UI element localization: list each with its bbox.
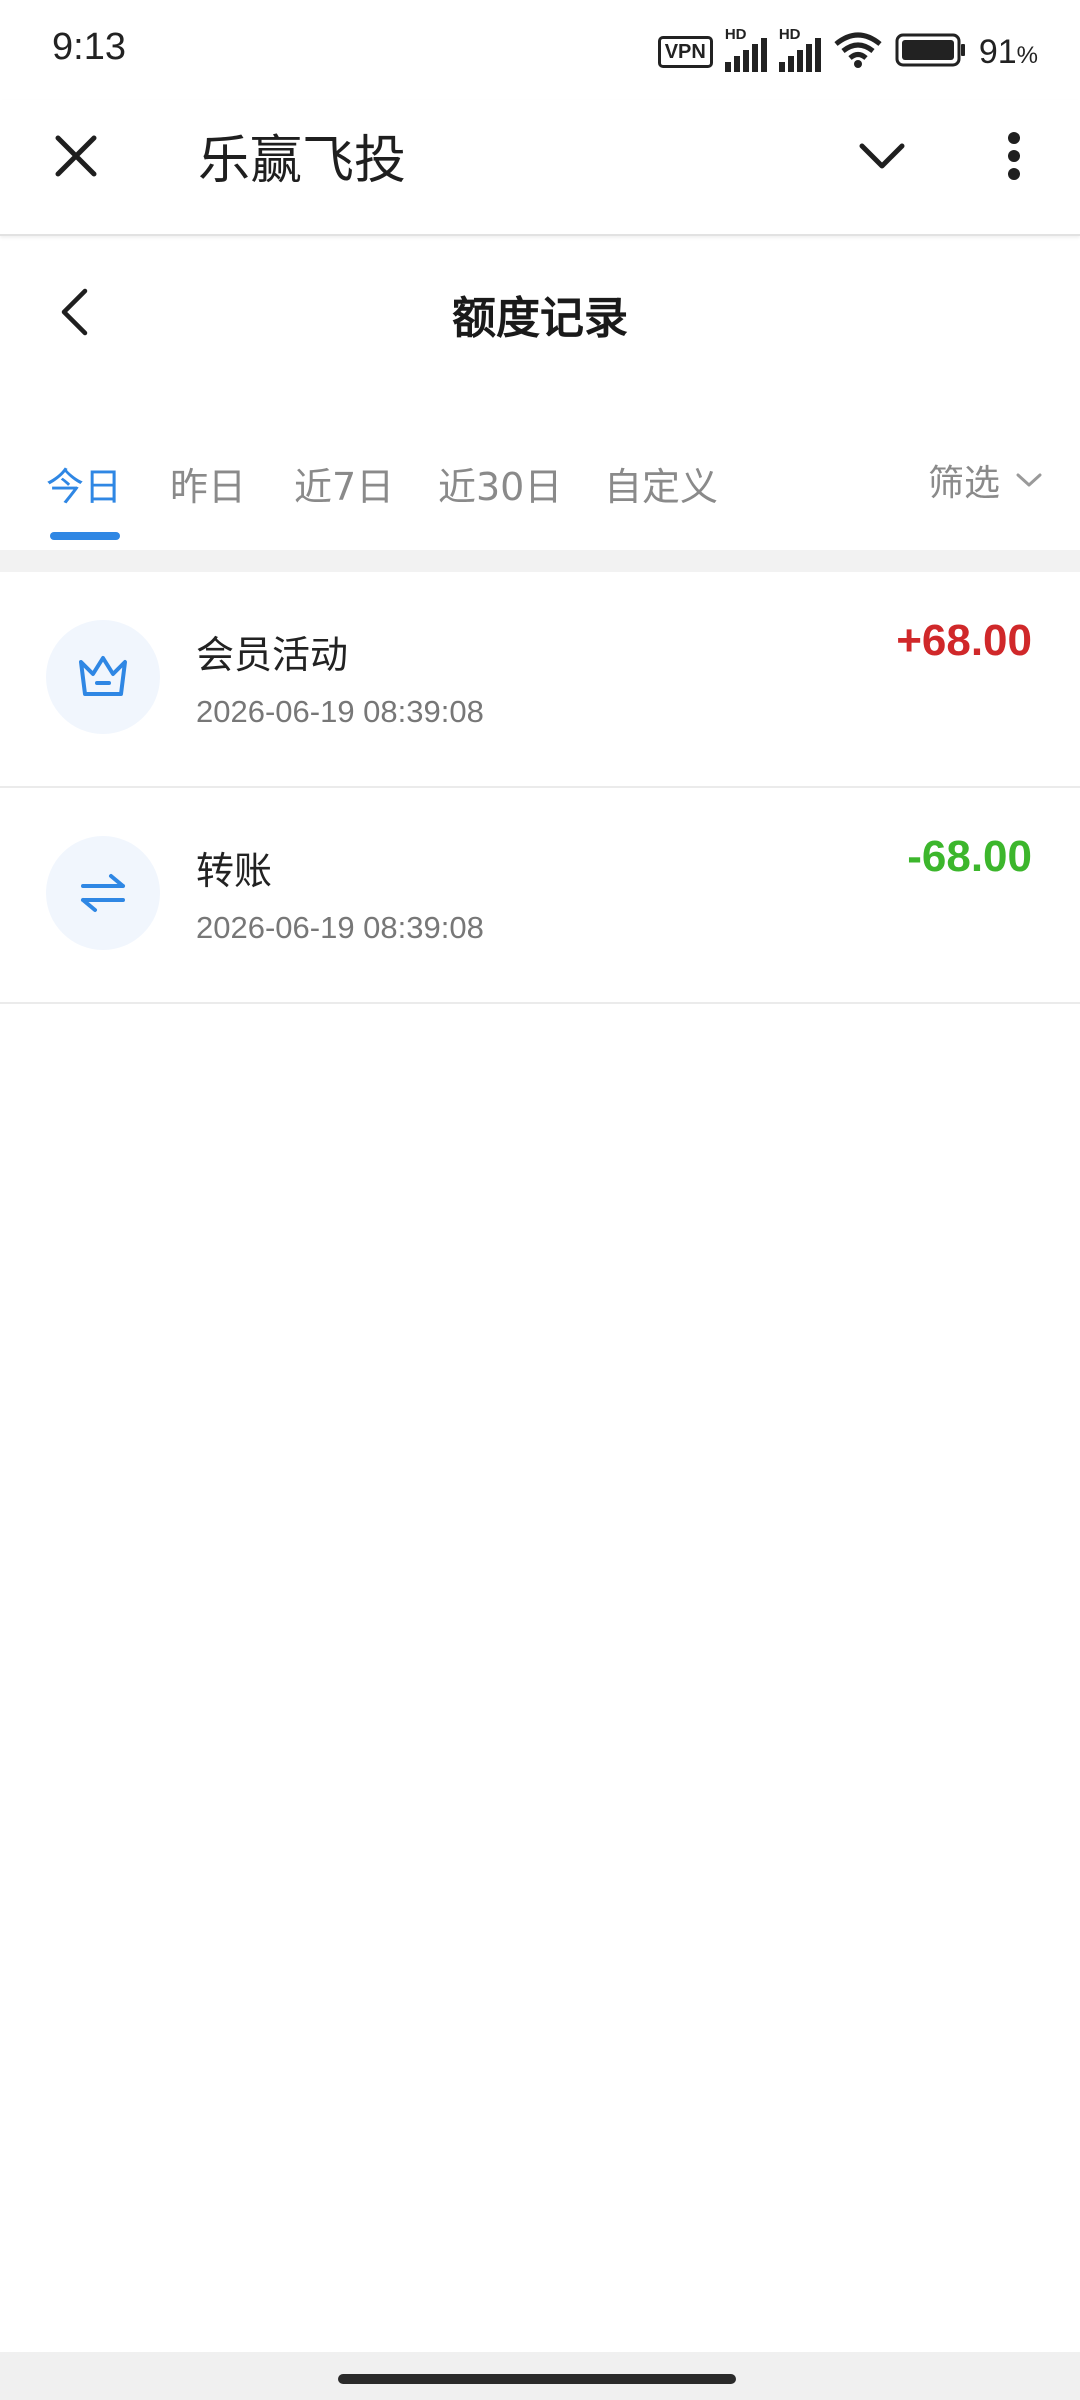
signal-hd-label: HD — [778, 26, 801, 43]
chevron-down-icon — [1016, 473, 1042, 487]
tab-7-days[interactable]: 近7日 — [294, 456, 394, 511]
close-icon — [55, 135, 97, 177]
battery-percent: 91 — [978, 32, 1017, 71]
status-icons: VPN HD HD 91% — [657, 26, 1038, 76]
record-time: 2026-06-19 08:39:08 — [196, 694, 484, 729]
collapse-button[interactable] — [850, 124, 914, 188]
app-header: 乐赢飞投 — [0, 100, 1080, 236]
filter-label: 筛选 — [927, 463, 1000, 504]
record-amount: -68.00 — [907, 832, 1032, 881]
home-indicator[interactable] — [338, 2374, 736, 2384]
record-amount: +68.00 — [896, 616, 1032, 665]
list-item[interactable]: 转账 2026-06-19 08:39:08 -68.00 — [0, 788, 1080, 1004]
battery-text: 91% — [979, 33, 1038, 72]
status-time: 9:13 — [52, 26, 126, 68]
filter-button[interactable]: 筛选 — [928, 454, 1042, 506]
tab-custom[interactable]: 自定义 — [604, 456, 718, 511]
tab-30-days[interactable]: 近30日 — [438, 456, 562, 511]
record-icon-badge — [46, 620, 160, 734]
wifi-icon — [833, 31, 883, 73]
app-title: 乐赢飞投 — [198, 131, 407, 191]
page-nav: 额度记录 — [0, 236, 1080, 386]
signal-hd-label: HD — [724, 26, 747, 43]
record-time: 2026-06-19 08:39:08 — [196, 910, 484, 945]
navigation-bar — [0, 2352, 1080, 2400]
record-icon-badge — [46, 836, 160, 950]
section-divider — [0, 550, 1080, 572]
active-tab-indicator — [50, 532, 120, 540]
battery-icon — [895, 32, 967, 72]
list-item[interactable]: 会员活动 2026-06-19 08:39:08 +68.00 — [0, 572, 1080, 788]
close-button[interactable] — [44, 124, 108, 188]
tab-yesterday[interactable]: 昨日 — [170, 456, 246, 511]
date-tabs: 今日 昨日 近7日 近30日 自定义 筛选 — [0, 440, 1080, 550]
crown-icon — [79, 656, 127, 696]
page-title: 额度记录 — [452, 293, 628, 344]
signal-icon: HD — [724, 26, 767, 72]
signal-icon: HD — [778, 26, 821, 72]
transfer-icon — [81, 874, 125, 912]
chevron-down-icon — [859, 143, 905, 169]
records-list: 会员活动 2026-06-19 08:39:08 +68.00 转账 2026-… — [0, 572, 1080, 1004]
more-button[interactable] — [984, 124, 1044, 188]
record-title: 会员活动 — [196, 633, 349, 677]
more-vertical-icon — [1008, 132, 1020, 180]
record-title: 转账 — [196, 849, 273, 893]
status-bar: 9:13 VPN HD HD 91% — [0, 0, 1080, 100]
vpn-badge: VPN — [657, 36, 713, 68]
battery-unit: % — [1016, 41, 1038, 69]
tab-today[interactable]: 今日 — [46, 456, 122, 511]
